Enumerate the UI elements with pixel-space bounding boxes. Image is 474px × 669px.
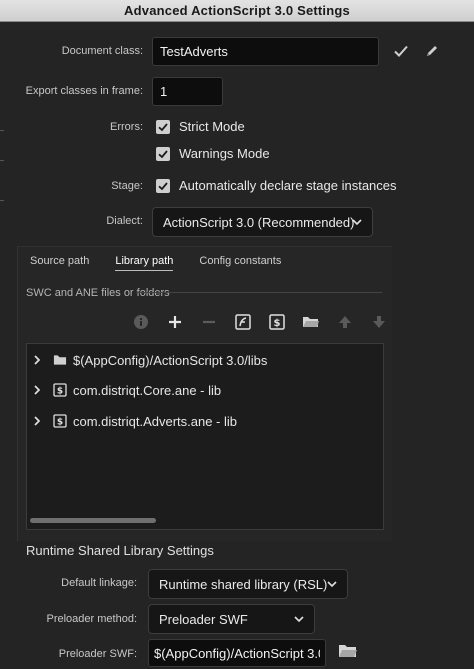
chevron-right-icon[interactable] — [33, 355, 43, 365]
preloader-method-label: Preloader method: — [46, 613, 138, 625]
tab-config-constants[interactable]: Config constants — [199, 255, 281, 271]
stage-label: Stage: — [111, 180, 143, 192]
warnings-mode-checkbox[interactable] — [156, 146, 170, 161]
tree-row[interactable]: $ com.distriqt.Adverts.ane - lib — [27, 410, 237, 432]
strict-mode-label: Strict Mode — [179, 119, 245, 134]
tree-item-label: $(AppConfig)/ActionScript 3.0/libs — [73, 352, 268, 368]
warnings-mode-checkbox-row[interactable]: Warnings Mode — [156, 146, 270, 161]
tree-row[interactable]: $(AppConfig)/ActionScript 3.0/libs — [27, 349, 267, 371]
move-down-icon[interactable] — [362, 312, 396, 332]
svg-text:$: $ — [274, 318, 281, 329]
svg-text:$: $ — [57, 418, 63, 428]
horizontal-scrollbar[interactable] — [30, 518, 156, 523]
default-linkage-dropdown[interactable]: Runtime shared library (RSL) — [148, 569, 348, 599]
checkmark-icon — [158, 149, 168, 158]
preloader-swf-label: Preloader SWF: — [58, 648, 137, 660]
document-class-input[interactable] — [160, 44, 371, 59]
folder-icon[interactable] — [294, 312, 328, 332]
swc-icon: $ — [53, 383, 67, 397]
folder-icon — [53, 353, 67, 367]
errors-label: Errors: — [110, 121, 143, 133]
chevron-right-icon[interactable] — [33, 385, 43, 395]
library-toolbar: $ — [124, 312, 396, 332]
document-class-field[interactable] — [152, 37, 379, 66]
default-linkage-label: Default linkage: — [61, 577, 137, 589]
auto-declare-checkbox[interactable] — [156, 178, 170, 193]
move-up-icon[interactable] — [328, 312, 362, 332]
path-settings-panel: Source path Library path Config constant… — [17, 246, 392, 541]
auto-declare-label: Automatically declare stage instances — [179, 178, 397, 193]
checkmark-icon — [158, 181, 168, 190]
preloader-method-value: Preloader SWF — [159, 611, 248, 627]
chevron-down-icon — [327, 581, 337, 588]
strict-mode-checkbox-row[interactable]: Strict Mode — [156, 119, 245, 134]
export-frame-input[interactable] — [160, 84, 215, 99]
library-heading: SWC and ANE files or folders — [26, 287, 170, 299]
strict-mode-checkbox[interactable] — [156, 119, 170, 134]
tree-row[interactable]: $ com.distriqt.Core.ane - lib — [27, 379, 221, 401]
export-frame-label: Export classes in frame: — [25, 85, 143, 97]
chevron-right-icon[interactable] — [33, 416, 43, 426]
heading-divider — [136, 292, 382, 293]
flash-icon[interactable] — [226, 312, 260, 332]
edge-tick — [0, 160, 4, 161]
swc-icon: $ — [53, 414, 67, 428]
window-title: Advanced ActionScript 3.0 Settings — [124, 3, 350, 18]
checkmark-icon — [158, 122, 168, 131]
edge-tick — [0, 200, 4, 201]
auto-declare-checkbox-row[interactable]: Automatically declare stage instances — [156, 178, 397, 193]
dialect-value: ActionScript 3.0 (Recommended) — [163, 214, 355, 230]
chevron-down-icon — [294, 616, 304, 623]
swc-icon[interactable]: $ — [260, 312, 294, 332]
tree-item-label: com.distriqt.Core.ane - lib — [73, 382, 222, 398]
preloader-swf-input[interactable] — [154, 645, 320, 661]
library-tree[interactable]: $(AppConfig)/ActionScript 3.0/libs $ com… — [26, 343, 384, 530]
document-class-label: Document class: — [61, 45, 143, 57]
warnings-mode-label: Warnings Mode — [179, 146, 270, 161]
dialect-dropdown[interactable]: ActionScript 3.0 (Recommended) — [152, 207, 373, 237]
chevron-down-icon — [352, 219, 362, 226]
rsl-heading: Runtime Shared Library Settings — [26, 543, 214, 558]
info-icon[interactable] — [124, 312, 158, 332]
edge-tick — [0, 130, 4, 131]
window-titlebar: Advanced ActionScript 3.0 Settings — [0, 0, 474, 22]
remove-icon[interactable] — [192, 312, 226, 332]
tab-library-path[interactable]: Library path — [115, 255, 174, 271]
dialect-label: Dialect: — [106, 215, 143, 227]
tab-source-path[interactable]: Source path — [30, 255, 89, 271]
validate-check-icon[interactable] — [393, 43, 409, 59]
export-frame-field[interactable] — [152, 77, 223, 106]
add-icon[interactable] — [158, 312, 192, 332]
preloader-swf-field[interactable] — [148, 639, 326, 667]
svg-text:$: $ — [57, 387, 63, 397]
tree-item-label: com.distriqt.Adverts.ane - lib — [73, 413, 238, 429]
default-linkage-value: Runtime shared library (RSL) — [159, 576, 328, 592]
path-tabs: Source path Library path Config constant… — [30, 255, 307, 271]
browse-folder-icon[interactable] — [338, 643, 360, 661]
edit-pencil-icon[interactable] — [424, 43, 440, 59]
preloader-method-dropdown[interactable]: Preloader SWF — [148, 604, 315, 634]
